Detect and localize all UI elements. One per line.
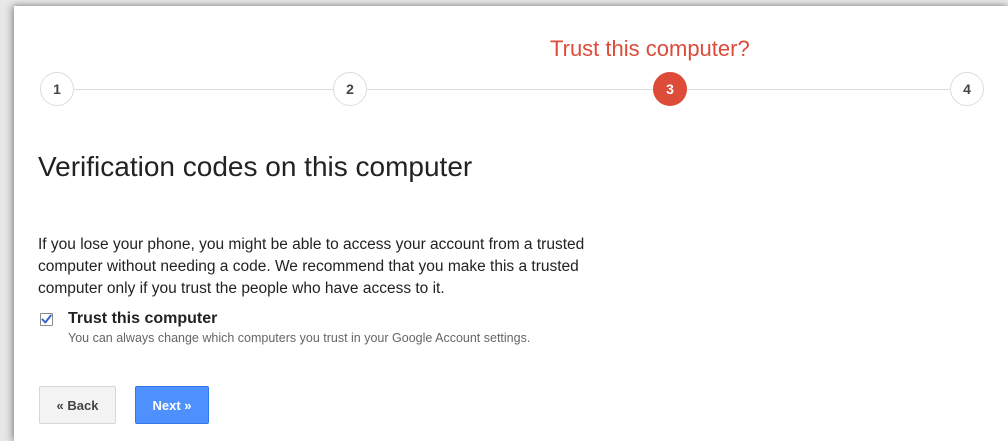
step-3-active: 3	[653, 72, 687, 106]
description-line: If you lose your phone, you might be abl…	[38, 236, 585, 253]
step-connector	[367, 89, 653, 90]
step-1: 1	[40, 72, 74, 106]
trust-computer-label[interactable]: Trust this computer	[68, 310, 217, 328]
trust-computer-checkbox[interactable]	[40, 313, 53, 326]
checkmark-icon	[41, 314, 52, 324]
next-button[interactable]: Next »	[135, 386, 209, 424]
description-text: If you lose your phone, you might be abl…	[38, 234, 698, 300]
step-4: 4	[950, 72, 984, 106]
dialog-frame: Trust this computer? 1 2 3 4 Verificatio…	[14, 6, 1008, 441]
description-line: computer without needing a code. We reco…	[38, 258, 579, 275]
trust-computer-hint: You can always change which computers yo…	[68, 331, 531, 345]
progress-stepper: Trust this computer? 1 2 3 4	[14, 6, 1008, 116]
step-connector	[687, 89, 950, 90]
description-line: computer only if you trust the people wh…	[38, 280, 445, 297]
step-2: 2	[333, 72, 367, 106]
page-title: Verification codes on this computer	[38, 151, 473, 182]
step-connector	[55, 89, 333, 90]
current-step-title: Trust this computer?	[550, 36, 750, 61]
back-button[interactable]: « Back	[39, 386, 116, 424]
